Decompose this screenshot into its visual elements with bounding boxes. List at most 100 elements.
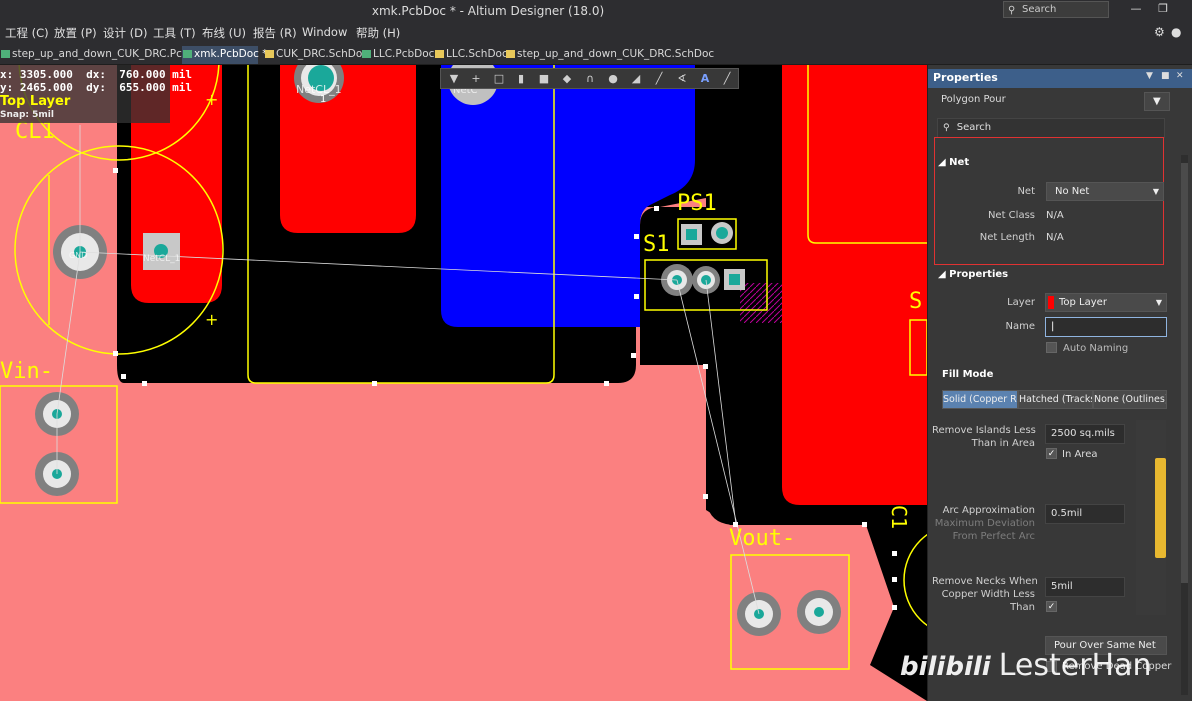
label-netcl1-top: NetCL_1 — [296, 83, 342, 96]
layer-dropdown[interactable]: Top Layer ▼ — [1045, 293, 1167, 312]
label-ps1: PS1 — [677, 191, 717, 216]
tab-label: step_up_and_down_CUK_DRC.PcbDoc — [12, 48, 209, 60]
menu-help[interactable]: 帮助 (H) — [356, 25, 400, 41]
restore-icon[interactable]: ❐ — [1153, 2, 1173, 15]
tab-llc-pcb[interactable]: LLC.PcbDoc — [361, 46, 434, 64]
heads-up-display: x: 3305.000 dx: 760.000 mil y: 2465.000 … — [0, 65, 192, 123]
menu-project[interactable]: 工程 (C) — [5, 25, 49, 41]
fill-icon[interactable]: ◢ — [627, 71, 645, 87]
search-icon: ⚲ — [1008, 5, 1016, 16]
sch-doc-icon — [506, 50, 515, 58]
pin-icon[interactable]: ■ — [1161, 71, 1170, 81]
minimize-icon[interactable]: — — [1126, 2, 1146, 15]
bilibili-logo: bilibili — [900, 652, 991, 682]
pcb-doc-icon — [183, 50, 192, 58]
line-icon[interactable]: ╱ — [718, 71, 736, 87]
red-copper-right — [782, 65, 927, 505]
layer-value: Top Layer — [1059, 297, 1107, 308]
watermark-user: LesterHan — [998, 648, 1152, 683]
sch-doc-icon — [265, 50, 274, 58]
remove-necks-label-2: Copper Width Less — [941, 589, 1035, 600]
menu-tools[interactable]: 工具 (T) — [153, 25, 196, 41]
gear-icon[interactable]: ⚙ — [1154, 25, 1165, 39]
preview-bar — [1155, 458, 1166, 558]
document-tabs: step_up_and_down_CUK_DRC.PcbDoc xmk.PcbD… — [0, 44, 1192, 65]
bar-chart-icon[interactable]: ▮ — [512, 71, 530, 87]
panel-search-input[interactable]: ⚲ Search — [937, 118, 1165, 138]
menu-window[interactable]: Window — [302, 25, 347, 39]
hud-x-coord: x: 3305.000 dx: 760.000 mil — [0, 68, 193, 81]
arc-icon[interactable]: ∩ — [581, 71, 599, 87]
route-icon[interactable]: ╱ — [650, 71, 668, 87]
svg-text:+: + — [205, 310, 218, 329]
chevron-down-icon: ▼ — [1152, 187, 1159, 196]
remove-necks-label-1: Remove Necks When — [932, 576, 1038, 587]
close-icon[interactable]: ✕ — [1176, 71, 1184, 81]
dimension-icon[interactable]: ∢ — [673, 71, 691, 87]
panel-title: Properties — [933, 71, 998, 84]
label-vout: Vout- — [729, 526, 795, 551]
label-netcl1-pad: NetCL_1 — [143, 254, 180, 264]
pcb-canvas[interactable]: + + CL1 Vin- Vout- PS1 S1 S C1 1 NetCL_1… — [0, 65, 927, 701]
hud-y-coord: y: 2465.000 dy: 655.000 mil — [0, 81, 193, 94]
via-icon[interactable]: ◆ — [558, 71, 576, 87]
filter-icon[interactable]: ▼ — [445, 71, 463, 87]
tab-cuk-drc-sch[interactable]: CUK_DRC.SchDoc — [264, 46, 368, 64]
tab-step-up-down-sch[interactable]: step_up_and_down_CUK_DRC.SchDoc — [505, 46, 714, 64]
remove-islands-input[interactable]: 2500 sq.mils — [1045, 424, 1125, 444]
arc-approx-input[interactable]: 0.5mil — [1045, 504, 1125, 524]
in-area-checkbox[interactable]: ✓ — [1046, 448, 1057, 459]
net-class-value: N/A — [1046, 210, 1064, 221]
select-rect-icon[interactable]: □ — [490, 71, 508, 87]
tab-llc-sch[interactable]: LLC.SchDoc — [434, 46, 508, 64]
label-s1: S1 — [643, 232, 670, 257]
tab-step-up-down-pcb[interactable]: step_up_and_down_CUK_DRC.PcbDoc — [0, 46, 209, 64]
remove-necks-input[interactable]: 5mil — [1045, 577, 1125, 597]
panel-menu-icon[interactable]: ▼ — [1146, 71, 1153, 81]
net-dropdown[interactable]: No Net ▼ — [1046, 182, 1164, 201]
max-deviation-label-2: From Perfect Arc — [952, 531, 1035, 542]
remove-necks-checkbox[interactable]: ✓ — [1046, 601, 1057, 612]
properties-section-header[interactable]: ◢ Properties — [938, 269, 1008, 280]
user-icon[interactable]: ● — [1171, 25, 1181, 39]
global-search-placeholder: Search — [1022, 4, 1057, 15]
name-label: Name — [1005, 321, 1035, 332]
hud-layer: Top Layer — [0, 94, 71, 109]
pad-icon[interactable]: ■ — [535, 71, 553, 87]
hud-snap: Snap: 5mil — [0, 110, 54, 120]
auto-naming-checkbox[interactable] — [1046, 342, 1057, 353]
remove-necks-label-3: Than — [1010, 602, 1035, 613]
altium-window: xmk.PcbDoc * - Altium Designer (18.0) ⚲ … — [0, 0, 1192, 701]
red-trace — [740, 283, 782, 323]
layer-color-swatch — [1048, 296, 1054, 309]
cross-icon[interactable]: + — [467, 71, 485, 87]
name-input[interactable]: | — [1045, 317, 1167, 337]
panel-scrollbar[interactable] — [1181, 155, 1188, 695]
label-s: S — [909, 289, 922, 314]
menu-place[interactable]: 放置 (P) — [54, 25, 97, 41]
menu-route[interactable]: 布线 (U) — [202, 25, 246, 41]
menu-design[interactable]: 设计 (D) — [103, 25, 147, 41]
fill-mode-none[interactable]: None (Outlines) — [1093, 390, 1167, 409]
menu-bar: 工程 (C) 放置 (P) 设计 (D) 工具 (T) 布线 (U) 报告 (R… — [0, 22, 1192, 44]
search-icon: ⚲ — [943, 123, 950, 133]
pcb-drawing: + + CL1 Vin- Vout- PS1 S1 S C1 1 NetCL_1… — [0, 65, 927, 701]
tab-xmk-pcb[interactable]: xmk.PcbDoc * — [182, 46, 268, 64]
panel-scroll-thumb[interactable] — [1181, 163, 1188, 583]
text-icon[interactable]: A — [696, 71, 714, 87]
filter-button[interactable]: ▼ — [1144, 92, 1170, 111]
menu-reports[interactable]: 报告 (R) — [253, 25, 297, 41]
chevron-down-icon: ▼ — [1155, 298, 1162, 307]
net-section-header[interactable]: ◢ Net — [938, 157, 969, 168]
fill-mode-hatched[interactable]: Hatched (Tracks/ — [1018, 390, 1093, 409]
net-length-value: N/A — [1046, 232, 1064, 243]
tab-label: LLC.PcbDoc — [373, 48, 435, 60]
label-vin: Vin- — [0, 359, 53, 384]
in-area-label: In Area — [1062, 449, 1098, 460]
global-search-input[interactable]: ⚲ Search — [1003, 1, 1109, 18]
pcb-doc-icon — [1, 50, 10, 58]
tab-label: LLC.SchDoc — [446, 48, 508, 60]
fill-mode-solid[interactable]: Solid (Copper Re — [942, 390, 1018, 409]
probe-icon[interactable]: ● — [604, 71, 622, 87]
tab-label: CUK_DRC.SchDoc — [276, 48, 369, 60]
